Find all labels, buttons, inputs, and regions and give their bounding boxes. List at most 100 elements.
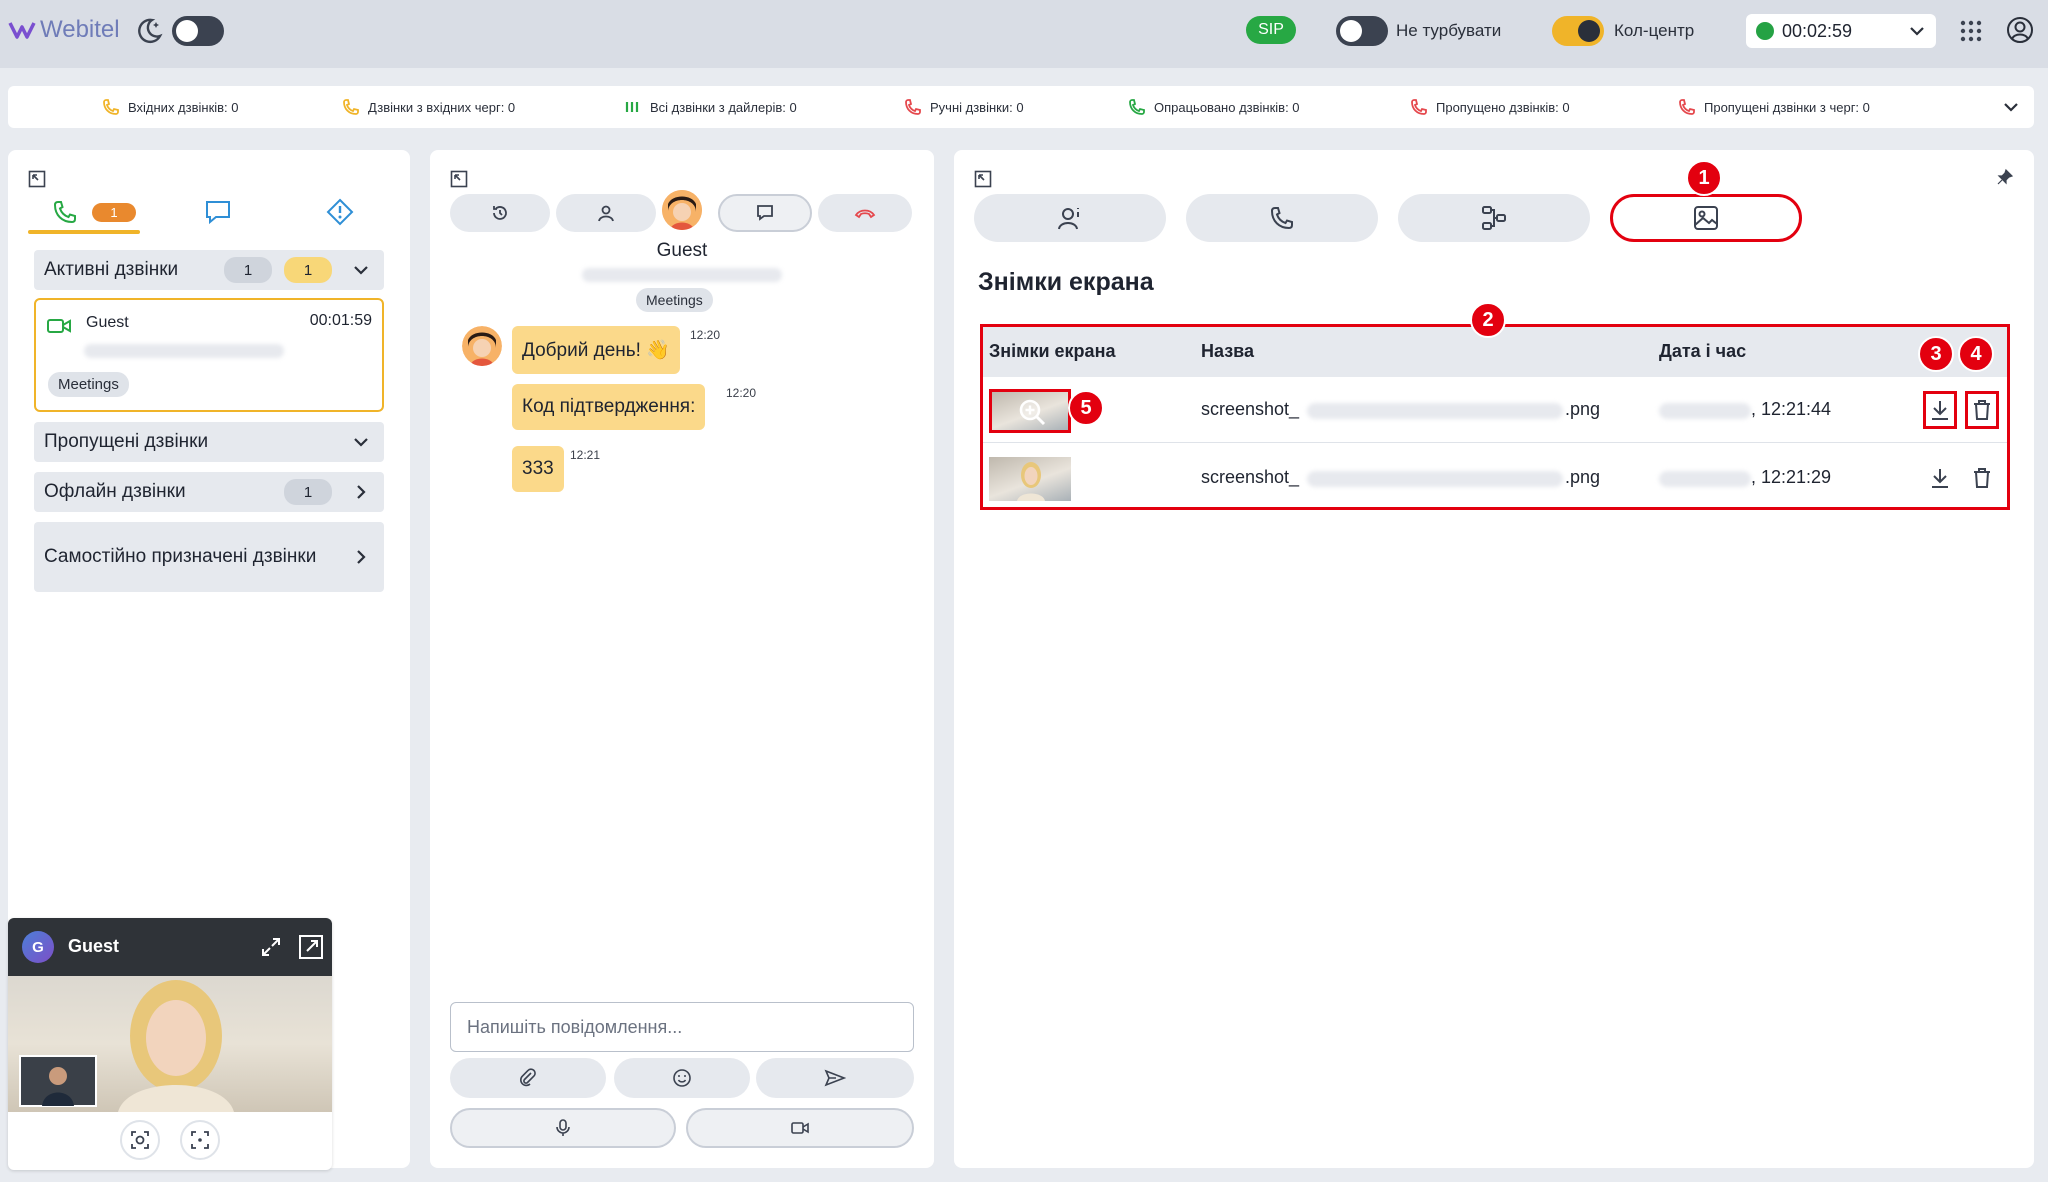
missed-calls-accordion[interactable]: Пропущені дзвінки	[34, 422, 384, 462]
stat-manual: Ручні дзвінки: 0	[904, 98, 1024, 116]
theme-toggle[interactable]	[172, 16, 224, 46]
screenshot-name-prefix: screenshot_	[1201, 467, 1300, 487]
agent-info-icon	[1058, 208, 1079, 230]
active-calls-count: 1	[224, 257, 272, 283]
call-card-timer: 00:01:59	[309, 312, 372, 329]
video-call-widget: G Guest	[8, 918, 332, 1170]
chat-panel: Guest Meetings Добрий день! 👋 12:20 Код …	[430, 150, 934, 1168]
screenshot-name-suffix: .png	[1565, 399, 1601, 419]
agent-status-select[interactable]: 00:02:59	[1746, 14, 1936, 48]
tab-tasks[interactable]	[310, 192, 370, 232]
screenshot-thumbnail[interactable]	[989, 389, 1071, 433]
video-header: G Guest	[8, 918, 332, 976]
collapse-panel-icon[interactable]	[28, 170, 46, 188]
person-icon	[598, 205, 614, 222]
screenshot-thumbnail[interactable]	[989, 457, 1071, 501]
stat-incoming: Вхідних дзвінків: 0	[102, 98, 239, 116]
redacted-email	[582, 268, 782, 282]
video-message-button[interactable]	[686, 1108, 914, 1148]
end-call-button[interactable]	[818, 194, 912, 232]
alert-diamond-icon	[326, 198, 354, 226]
annotation-marker-3: 3	[1918, 336, 1954, 372]
call-card-tag: Meetings	[48, 372, 129, 397]
night-mode-icon[interactable]	[134, 16, 164, 46]
trash-icon	[1974, 468, 1990, 488]
callcenter-toggle[interactable]	[1552, 16, 1604, 46]
chat-button[interactable]	[718, 194, 812, 232]
history-icon	[493, 206, 507, 220]
active-tab-indicator	[28, 230, 140, 234]
download-button[interactable]	[1923, 459, 1957, 497]
flow-icon	[1482, 206, 1506, 230]
video-call-icon	[47, 319, 71, 333]
redacted-filename	[1307, 403, 1563, 419]
download-button[interactable]	[1923, 391, 1957, 429]
tab-screenshots[interactable]	[1610, 194, 1802, 242]
delete-button[interactable]	[1965, 459, 1999, 497]
active-call-card[interactable]: Guest 00:01:59 Meetings	[34, 298, 384, 412]
chat-icon	[757, 205, 773, 221]
emoji-button[interactable]	[614, 1058, 750, 1098]
paperclip-icon	[520, 1068, 536, 1087]
fullscreen-icon[interactable]	[260, 936, 282, 958]
dnd-toggle[interactable]	[1336, 16, 1388, 46]
chevron-right-icon	[357, 485, 366, 499]
chevron-down-icon	[1910, 27, 1924, 36]
tab-chats[interactable]	[188, 192, 248, 232]
screenshot-name-prefix: screenshot_	[1201, 399, 1300, 419]
apps-grid-icon[interactable]	[1960, 20, 1982, 42]
chevron-right-icon	[357, 550, 366, 564]
stat-missed: Пропущено дзвінків: 0	[1410, 98, 1570, 116]
offline-calls-accordion[interactable]: Офлайн дзвінки 1	[34, 472, 384, 512]
message-time: 12:20	[726, 386, 757, 400]
screenshot-button[interactable]	[120, 1120, 160, 1160]
self-assigned-calls-accordion[interactable]: Самостійно призначені дзвінки	[34, 522, 384, 592]
microphone-icon	[556, 1119, 570, 1136]
focus-button[interactable]	[180, 1120, 220, 1160]
voice-message-button[interactable]	[450, 1108, 676, 1148]
phone-icon	[54, 201, 77, 224]
stat-processed: Опрацьовано дзвінків: 0	[1128, 98, 1300, 116]
active-calls-accordion[interactable]: Активні дзвінки 1 1	[34, 250, 384, 290]
tab-call[interactable]	[1186, 194, 1378, 242]
redacted-date	[1659, 471, 1751, 487]
pin-icon[interactable]	[1996, 168, 2014, 186]
download-icon	[1932, 469, 1948, 488]
chevron-down-icon[interactable]	[2002, 98, 2020, 116]
hangup-icon	[854, 209, 876, 219]
stat-dialer: Всі дзвінки з дайлерів: 0	[624, 98, 797, 116]
delete-button[interactable]	[1965, 391, 1999, 429]
popout-icon[interactable]	[298, 934, 324, 960]
annotation-marker-2: 2	[1470, 302, 1506, 338]
screenshot-icon	[131, 1131, 149, 1149]
tab-flow[interactable]	[1398, 194, 1590, 242]
contact-button[interactable]	[556, 194, 656, 232]
redacted-filename	[1307, 471, 1563, 487]
screenshot-time: , 12:21:29	[1751, 467, 1832, 487]
user-profile-icon[interactable]	[2006, 16, 2034, 44]
chat-icon	[206, 201, 230, 225]
collapse-panel-icon[interactable]	[450, 170, 468, 188]
collapse-panel-icon[interactable]	[974, 170, 992, 188]
send-button[interactable]	[756, 1058, 914, 1098]
send-icon	[824, 1069, 846, 1087]
chat-tag: Meetings	[636, 288, 713, 312]
queue-call-icon	[343, 99, 359, 115]
logo: Webitel	[8, 16, 120, 44]
tab-client-info[interactable]	[974, 194, 1166, 242]
callcenter-label: Кол-центр	[1614, 21, 1695, 40]
table-row: screenshot_ .png , 12:21:44	[983, 377, 2007, 443]
column-header: Знімки екрана	[989, 341, 1116, 361]
history-button[interactable]	[450, 194, 550, 232]
video-caller-name: Guest	[68, 936, 120, 956]
screenshots-table: Знімки екрана Назва Дата і час screensho…	[980, 324, 2010, 510]
section-title: Знімки екрана	[978, 268, 1154, 296]
screenshot-preview-image	[1017, 462, 1045, 501]
chevron-down-icon	[354, 438, 368, 447]
tab-calls[interactable]: 1	[44, 192, 144, 232]
attach-button[interactable]	[450, 1058, 606, 1098]
dnd-label: Не турбувати	[1396, 21, 1502, 40]
annotation-marker-1: 1	[1686, 160, 1722, 196]
message-input[interactable]: Напишіть повідомлення...	[450, 1002, 914, 1052]
chat-message: Код підтвердження:	[512, 384, 706, 430]
